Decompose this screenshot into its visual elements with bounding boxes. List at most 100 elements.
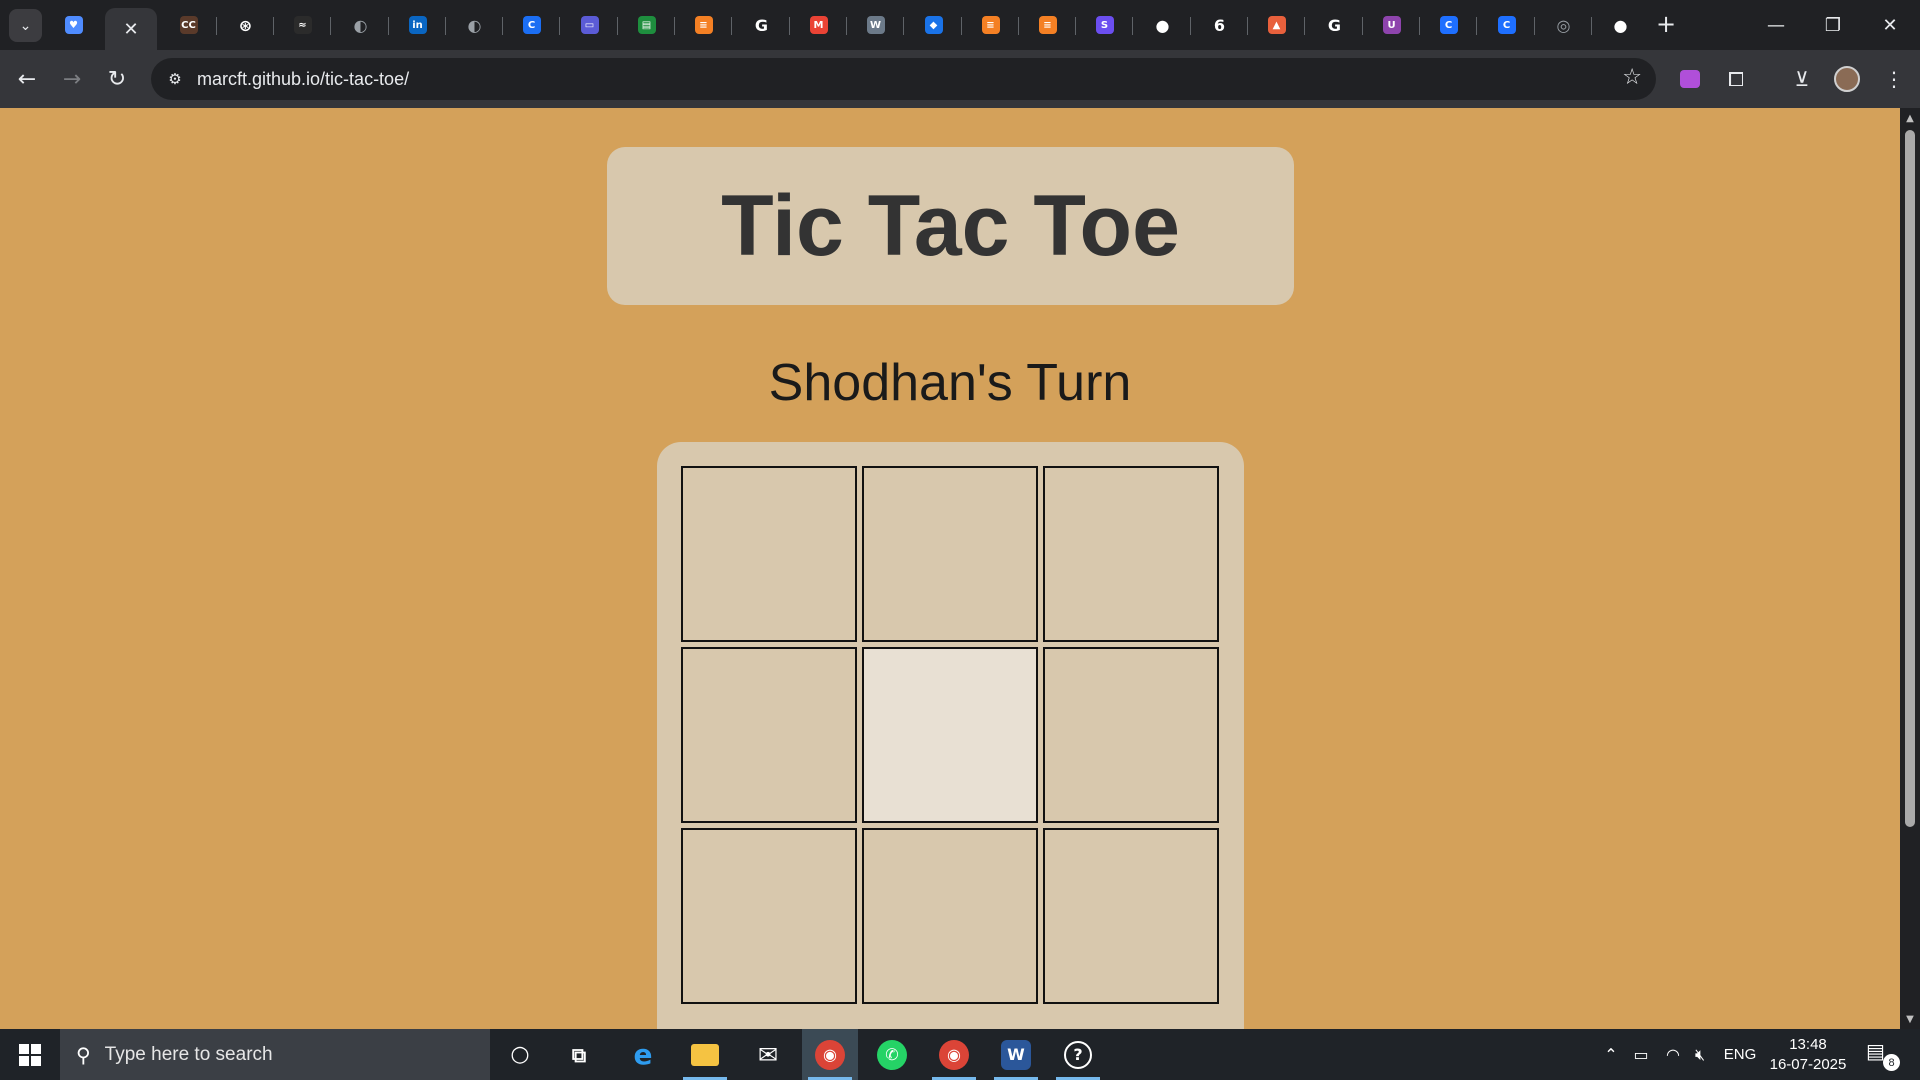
- scrollbar-thumb[interactable]: [1905, 130, 1915, 827]
- tab[interactable]: ⊛: [217, 8, 274, 42]
- search-placeholder: Type here to search: [104, 1043, 273, 1065]
- task-view-icon: ⧉: [571, 1042, 587, 1067]
- tab[interactable]: U: [1363, 8, 1420, 42]
- whatsapp-button[interactable]: ✆: [864, 1029, 920, 1080]
- page-scrollbar[interactable]: ▲ ▼: [1900, 108, 1920, 1029]
- board-cell[interactable]: [1043, 828, 1219, 1004]
- new-tab-button[interactable]: +: [1652, 10, 1680, 38]
- tab-active[interactable]: ✕: [105, 8, 157, 50]
- tab[interactable]: ▤: [618, 8, 675, 42]
- chevron-down-icon: ⌄: [19, 17, 32, 33]
- close-icon: ✕: [1882, 14, 1898, 36]
- tab[interactable]: ≈: [274, 8, 331, 42]
- tab[interactable]: ≡: [675, 8, 732, 42]
- bookmark-icon: ◆: [924, 16, 943, 34]
- tab[interactable]: 6: [1191, 8, 1248, 42]
- tab[interactable]: W: [847, 8, 904, 42]
- stack-icon: ≡: [694, 16, 713, 34]
- notification-icon: ▤: [1866, 1039, 1885, 1063]
- u-icon: U: [1382, 16, 1401, 34]
- tab[interactable]: ♥: [45, 8, 102, 42]
- tab-search-button[interactable]: ⌄: [9, 9, 42, 42]
- close-icon[interactable]: ✕: [123, 19, 138, 40]
- tab[interactable]: ≡: [962, 8, 1019, 42]
- back-button[interactable]: ←: [10, 62, 44, 96]
- tab[interactable]: CC: [160, 8, 217, 42]
- tab[interactable]: ◐: [332, 8, 389, 42]
- extension-purple-icon[interactable]: [1674, 63, 1706, 95]
- board-cell[interactable]: [1043, 466, 1219, 642]
- feedback-hub-button[interactable]: ?: [1050, 1029, 1106, 1080]
- cortana-button[interactable]: ○: [492, 1029, 548, 1080]
- tab[interactable]: ◐: [446, 8, 503, 42]
- web-page: Tic Tac Toe Shodhan's Turn: [0, 108, 1900, 1029]
- board-cell[interactable]: [862, 647, 1038, 823]
- battery-icon[interactable]: ▭: [1629, 1029, 1653, 1080]
- cortana-icon: ○: [510, 1042, 530, 1067]
- start-button[interactable]: [0, 1029, 60, 1080]
- word-icon: W: [1001, 1039, 1031, 1070]
- show-hidden-icons-button[interactable]: ⌃: [1600, 1029, 1622, 1080]
- tab[interactable]: ◎: [1535, 8, 1592, 42]
- tab[interactable]: C: [503, 8, 560, 42]
- chrome-profile-button[interactable]: ◉: [926, 1029, 982, 1080]
- task-view-button[interactable]: ⧉: [551, 1029, 607, 1080]
- reload-button[interactable]: ↻: [100, 62, 134, 96]
- extensions-puzzle-icon[interactable]: ⧠: [1720, 63, 1752, 95]
- tab[interactable]: G: [1306, 8, 1363, 42]
- tab[interactable]: C: [1420, 8, 1477, 42]
- whatsapp-icon: ✆: [877, 1039, 907, 1070]
- edge-button[interactable]: e: [615, 1029, 671, 1080]
- kebab-menu-icon[interactable]: ⋮: [1878, 63, 1910, 95]
- reload-icon: ↻: [107, 66, 127, 92]
- copilot-icon: C: [522, 16, 541, 34]
- tab[interactable]: ●: [1134, 8, 1191, 42]
- windows-logo-icon: [19, 1043, 41, 1066]
- arrow-left-icon: ←: [17, 66, 37, 92]
- minimize-button[interactable]: —: [1748, 0, 1804, 50]
- board-cell[interactable]: [862, 828, 1038, 1004]
- word-button[interactable]: W: [988, 1029, 1044, 1080]
- tab[interactable]: M: [790, 8, 847, 42]
- taskbar-search[interactable]: ⚲ Type here to search: [60, 1029, 490, 1080]
- tab-separator: [330, 17, 331, 35]
- mail-button[interactable]: ✉: [740, 1029, 796, 1080]
- board-cell[interactable]: [1043, 647, 1219, 823]
- board-cell[interactable]: [681, 647, 857, 823]
- tab[interactable]: G: [733, 8, 790, 42]
- close-window-button[interactable]: ✕: [1862, 0, 1918, 50]
- board-cell[interactable]: [681, 466, 857, 642]
- system-clock[interactable]: 13:48 16-07-2025: [1762, 1035, 1854, 1075]
- scroll-down-icon[interactable]: ▼: [1904, 1013, 1916, 1025]
- address-bar[interactable]: ⚙ marcft.github.io/tic-tac-toe/ ☆: [151, 58, 1656, 100]
- tab[interactable]: ▭: [561, 8, 618, 42]
- restore-button[interactable]: ❐: [1805, 0, 1861, 50]
- bookmark-star-icon[interactable]: ☆: [1622, 65, 1642, 90]
- download-icon[interactable]: ⊻: [1786, 63, 1818, 95]
- file-explorer-button[interactable]: [677, 1029, 733, 1080]
- notification-count-badge: 8: [1883, 1054, 1900, 1071]
- tab[interactable]: C: [1478, 8, 1535, 42]
- tab[interactable]: ≡: [1019, 8, 1076, 42]
- language-indicator[interactable]: ENG: [1722, 1029, 1758, 1080]
- profile-avatar[interactable]: [1831, 63, 1863, 95]
- chrome-icon: ◉: [939, 1039, 969, 1070]
- sheets-icon: ▤: [637, 16, 656, 34]
- scroll-up-icon[interactable]: ▲: [1904, 112, 1916, 124]
- forward-button[interactable]: →: [55, 62, 89, 96]
- volume-muted-icon[interactable]: 🔇︎: [1688, 1029, 1712, 1080]
- board-cell[interactable]: [681, 828, 857, 1004]
- notification-center-button[interactable]: ▤ 8: [1866, 1039, 1900, 1071]
- tab[interactable]: ◆: [905, 8, 962, 42]
- tab[interactable]: S: [1076, 8, 1133, 42]
- tab-separator: [1304, 17, 1305, 35]
- tab[interactable]: ▲: [1248, 8, 1305, 42]
- board-cell[interactable]: [862, 466, 1038, 642]
- minimize-icon: —: [1767, 14, 1785, 36]
- wifi-icon[interactable]: ◠: [1661, 1029, 1685, 1080]
- site-info-icon[interactable]: ⚙: [160, 64, 190, 94]
- url-text[interactable]: marcft.github.io/tic-tac-toe/: [197, 69, 409, 90]
- tab[interactable]: ●: [1592, 8, 1649, 42]
- tab[interactable]: in: [389, 8, 446, 42]
- chrome-button[interactable]: ◉: [802, 1029, 858, 1080]
